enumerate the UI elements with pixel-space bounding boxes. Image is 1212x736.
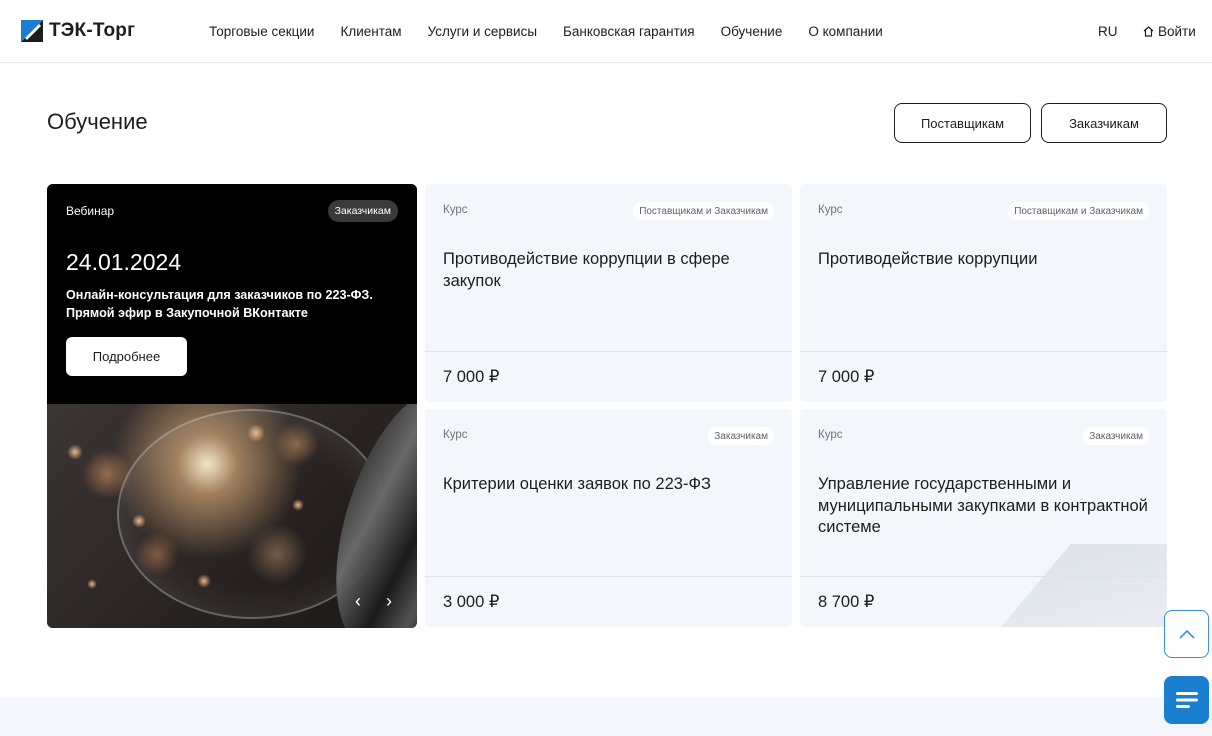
chevron-right-icon[interactable]: › bbox=[378, 590, 400, 612]
course-price: 3 000 ₽ bbox=[443, 593, 500, 611]
course-price: 8 700 ₽ bbox=[818, 593, 875, 611]
webinar-card[interactable]: Вебинар Заказчикам 24.01.2024 Онлайн-кон… bbox=[47, 184, 417, 628]
course-type: Курс bbox=[818, 429, 843, 441]
spark bbox=[292, 499, 304, 511]
spark bbox=[247, 424, 265, 442]
course-card[interactable]: Курс Поставщикам и Заказчикам Противодей… bbox=[800, 184, 1167, 402]
divider bbox=[800, 351, 1167, 352]
nav-item-training[interactable]: Обучение bbox=[721, 24, 783, 39]
course-type: Курс bbox=[818, 204, 843, 216]
course-audience-badge: Заказчикам bbox=[708, 427, 774, 445]
filter-suppliers-button[interactable]: Поставщикам bbox=[894, 103, 1031, 143]
spark bbox=[67, 444, 83, 460]
page-title: Обучение bbox=[47, 109, 148, 134]
course-title: Управление государственными и муниципаль… bbox=[818, 475, 1148, 536]
chat-button[interactable] bbox=[1164, 676, 1209, 724]
nav-item-bank-guarantee[interactable]: Банковская гарантия bbox=[563, 24, 695, 39]
webinar-image: ‹ › bbox=[47, 404, 417, 628]
login-button[interactable]: Войти bbox=[1143, 24, 1196, 39]
chevron-left-icon[interactable]: ‹ bbox=[347, 590, 369, 612]
site-header: ТЭК-Торг Торговые секции Клиентам Услуги… bbox=[0, 0, 1212, 63]
logo[interactable]: ТЭК-Торг bbox=[21, 20, 135, 42]
scroll-to-top-button[interactable] bbox=[1164, 610, 1209, 658]
footer-section-start bbox=[0, 697, 1212, 736]
decorative-shape bbox=[970, 544, 1167, 627]
course-card[interactable]: Курс Поставщикам и Заказчикам Противодей… bbox=[425, 184, 792, 402]
spark bbox=[132, 514, 146, 528]
nav-item-trading-sections[interactable]: Торговые секции bbox=[209, 24, 314, 39]
nav-item-clients[interactable]: Клиентам bbox=[340, 24, 401, 39]
logo-text: ТЭК-Торг bbox=[49, 20, 136, 41]
login-label: Войти bbox=[1158, 24, 1196, 39]
chevron-up-icon bbox=[1178, 629, 1195, 639]
course-type: Курс bbox=[443, 204, 468, 216]
webinar-description: Онлайн-консультация для заказчиков по 22… bbox=[66, 288, 373, 320]
home-icon bbox=[1143, 26, 1154, 37]
course-price: 7 000 ₽ bbox=[443, 368, 500, 386]
course-audience-badge: Заказчикам bbox=[1083, 427, 1149, 445]
main-nav: Торговые секции Клиентам Услуги и сервис… bbox=[209, 24, 883, 39]
webinar-audience-badge: Заказчикам bbox=[327, 200, 398, 222]
divider bbox=[800, 576, 1167, 577]
chat-icon bbox=[1175, 692, 1198, 708]
course-audience-badge: Поставщикам и Заказчикам bbox=[1008, 202, 1149, 220]
course-title: Критерии оценки заявок по 223-ФЗ bbox=[443, 475, 711, 493]
divider bbox=[425, 351, 792, 352]
course-audience-badge: Поставщикам и Заказчикам bbox=[633, 202, 774, 220]
webinar-info: Вебинар Заказчикам 24.01.2024 Онлайн-кон… bbox=[47, 184, 417, 404]
course-price: 7 000 ₽ bbox=[818, 368, 875, 386]
course-title: Противодействие коррупции bbox=[818, 250, 1038, 268]
nav-item-about[interactable]: О компании bbox=[808, 24, 882, 39]
spark bbox=[197, 574, 211, 588]
nav-item-services[interactable]: Услуги и сервисы bbox=[428, 24, 538, 39]
course-card[interactable]: Курс Заказчикам Критерии оценки заявок п… bbox=[425, 409, 792, 627]
divider bbox=[425, 576, 792, 577]
logo-icon bbox=[21, 20, 43, 42]
filter-customers-button[interactable]: Заказчикам bbox=[1041, 103, 1167, 143]
webinar-more-button[interactable]: Подробнее bbox=[66, 337, 187, 376]
language-switcher[interactable]: RU bbox=[1098, 24, 1118, 39]
webinar-date: 24.01.2024 bbox=[66, 249, 182, 275]
course-title: Противодействие коррупции в сфере закупо… bbox=[443, 250, 730, 290]
webinar-type: Вебинар bbox=[66, 204, 115, 218]
spark bbox=[87, 579, 97, 589]
course-type: Курс bbox=[443, 429, 468, 441]
course-card[interactable]: Курс Заказчикам Управление государственн… bbox=[800, 409, 1167, 627]
